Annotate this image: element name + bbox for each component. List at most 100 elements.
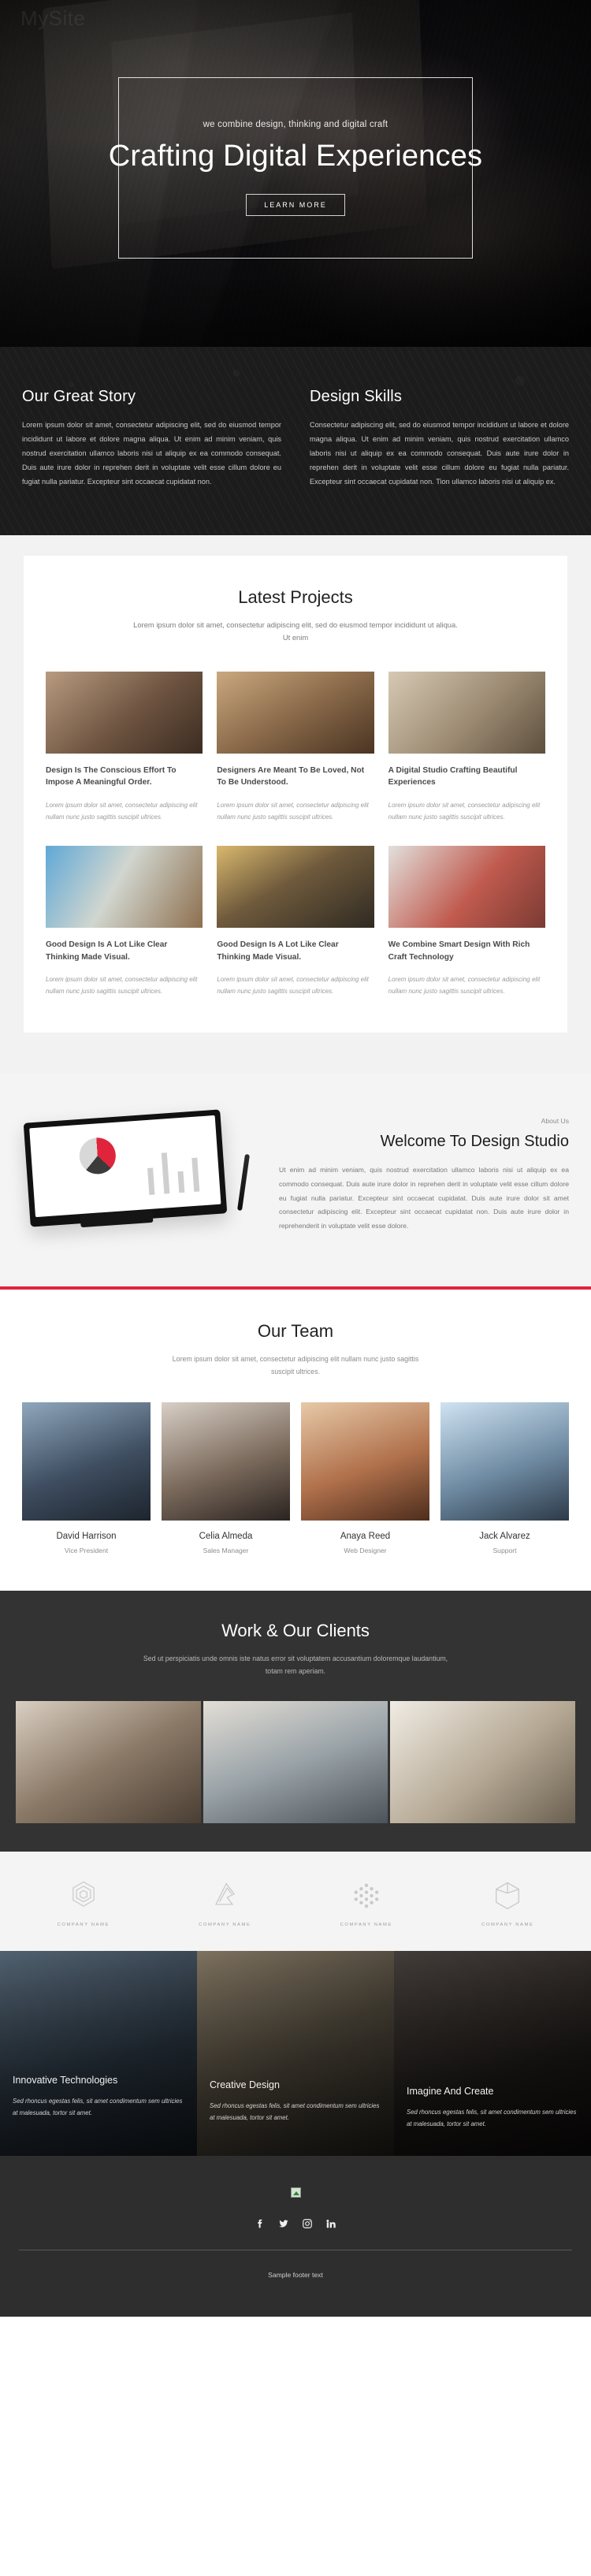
gallery-image[interactable] <box>16 1701 201 1824</box>
team-member-name: Jack Alvarez <box>479 1531 530 1541</box>
instagram-icon[interactable] <box>302 2218 313 2229</box>
feature-title: Creative Design <box>210 2079 280 2090</box>
team-member[interactable]: David Harrison Vice President <box>22 1402 151 1554</box>
feature-cards-section: Innovative Technologies Sed rhoncus eges… <box>0 1951 591 2157</box>
about-section: About Us Welcome To Design Studio Ut eni… <box>0 1073 591 1286</box>
team-member-name: Anaya Reed <box>340 1531 391 1541</box>
feature-title: Imagine And Create <box>407 2085 494 2097</box>
cube-outline-icon <box>496 1882 520 1910</box>
client-logo-row: Company Name Company Name <box>0 1852 591 1952</box>
client-logo-item[interactable]: Company Name <box>154 1878 296 1927</box>
team-member-photo <box>22 1402 151 1521</box>
feature-card[interactable]: Innovative Technologies Sed rhoncus eges… <box>0 1951 197 2157</box>
twitter-icon[interactable] <box>278 2218 289 2229</box>
dot-grid-hexagon-icon <box>354 1883 379 1908</box>
story-skills-section: Our Great Story Lorem ipsum dolor sit am… <box>0 347 591 535</box>
team-member-photo <box>301 1402 429 1521</box>
our-great-story-heading: Our Great Story <box>22 388 136 405</box>
project-thumbnail[interactable] <box>217 845 374 928</box>
client-logo-caption: Company Name <box>57 1923 110 1928</box>
about-kicker: About Us <box>541 1117 569 1126</box>
hexagon-layers-icon <box>72 1881 95 1907</box>
team-member-name: David Harrison <box>56 1531 117 1541</box>
project-thumbnail[interactable] <box>388 671 545 754</box>
project-card[interactable]: Designers Are Meant To Be Loved, Not To … <box>217 671 374 824</box>
linkedin-icon[interactable] <box>325 2218 336 2229</box>
bar-graphic <box>177 1171 185 1193</box>
about-heading: Welcome To Design Studio <box>380 1133 569 1151</box>
project-text: Lorem ipsum dolor sit amet, consectetur … <box>388 975 541 996</box>
feature-content: Creative Design Sed rhoncus egestas feli… <box>210 2079 381 2124</box>
project-card[interactable]: Good Design Is A Lot Like Clear Thinking… <box>46 845 203 998</box>
client-logo-caption: Company Name <box>481 1923 534 1928</box>
project-card[interactable]: Design Is The Conscious Effort To Impose… <box>46 671 203 824</box>
team-member-photo <box>162 1402 290 1521</box>
project-card[interactable]: Good Design Is A Lot Like Clear Thinking… <box>217 845 374 998</box>
project-card[interactable]: A Digital Studio Crafting Beautiful Expe… <box>388 671 545 824</box>
facebook-icon[interactable] <box>255 2218 266 2229</box>
feature-text: Sed rhoncus egestas felis, sit amet cond… <box>13 2097 183 2117</box>
clients-subtitle: Sed ut perspiciatis unde omnis iste natu… <box>143 1654 448 1675</box>
team-member[interactable]: Jack Alvarez Support <box>440 1402 569 1554</box>
design-skills-column: Design Skills Consectetur adipiscing eli… <box>310 388 569 490</box>
bar-graphic <box>147 1167 155 1195</box>
bar-graphic <box>191 1157 200 1192</box>
feature-card[interactable]: Creative Design Sed rhoncus egestas feli… <box>197 1951 394 2157</box>
team-member-role: Web Designer <box>344 1546 387 1554</box>
latest-projects-section: Latest Projects Lorem ipsum dolor sit am… <box>0 534 591 1074</box>
footer-logo-icon[interactable] <box>290 2187 301 2198</box>
project-text: Lorem ipsum dolor sit amet, consectetur … <box>388 801 541 821</box>
project-title: Design Is The Conscious Effort To Impose… <box>46 765 177 787</box>
gallery-image[interactable] <box>203 1701 388 1824</box>
feature-text: Sed rhoncus egestas felis, sit amet cond… <box>210 2101 380 2122</box>
projects-title: Latest Projects <box>238 586 353 607</box>
projects-subtitle: Lorem ipsum dolor sit amet, consectetur … <box>133 620 458 642</box>
design-skills-body: Consectetur adipiscing elit, sed do eius… <box>310 421 569 486</box>
project-thumbnail[interactable] <box>217 671 374 754</box>
bar-graphic <box>161 1152 170 1194</box>
client-logo-item[interactable]: Company Name <box>13 1878 154 1927</box>
project-thumbnail[interactable] <box>46 671 203 754</box>
project-title: A Digital Studio Crafting Beautiful Expe… <box>388 765 518 787</box>
team-member-role: Vice President <box>64 1546 109 1554</box>
client-logo-item[interactable]: Company Name <box>437 1878 579 1927</box>
project-title: We Combine Smart Design With Rich Craft … <box>388 940 530 962</box>
team-member[interactable]: Celia Almeda Sales Manager <box>162 1402 290 1554</box>
project-title: Designers Are Meant To Be Loved, Not To … <box>217 765 365 787</box>
team-title: Our Team <box>257 1320 334 1341</box>
hero-learn-more-button[interactable]: Learn more <box>246 193 345 216</box>
project-text: Lorem ipsum dolor sit amet, consectetur … <box>46 801 198 821</box>
hero-tagline: we combine design, thinking and digital … <box>203 120 388 130</box>
project-thumbnail[interactable] <box>46 845 203 928</box>
clients-section: Work & Our Clients Sed ut perspiciatis u… <box>0 1590 591 1952</box>
hero-section: MySite we combine design, thinking and d… <box>0 0 591 347</box>
client-logo-item[interactable]: Company Name <box>296 1878 437 1927</box>
pie-chart-graphic <box>78 1136 117 1175</box>
team-member[interactable]: Anaya Reed Web Designer <box>301 1402 429 1554</box>
team-member-role: Support <box>492 1546 517 1554</box>
gallery-image[interactable] <box>390 1701 576 1824</box>
about-text-block: About Us Welcome To Design Studio Ut eni… <box>279 1117 569 1233</box>
project-title: Good Design Is A Lot Like Clear Thinking… <box>46 940 168 962</box>
landing-page: MySite we combine design, thinking and d… <box>0 0 591 2317</box>
clients-title: Work & Our Clients <box>221 1620 370 1640</box>
chevron-arrow-icon <box>215 1882 236 1905</box>
footer: Sample footer text <box>0 2156 591 2317</box>
project-card[interactable]: We Combine Smart Design With Rich Craft … <box>388 845 545 998</box>
about-illustration <box>22 1108 258 1242</box>
clients-gallery <box>0 1701 591 1852</box>
team-subtitle: Lorem ipsum dolor sit amet, consectetur … <box>172 1354 419 1376</box>
hero-content: we combine design, thinking and digital … <box>109 77 482 259</box>
feature-overlay <box>197 1951 394 2157</box>
team-section: Our Team Lorem ipsum dolor sit amet, con… <box>0 1289 591 1591</box>
team-member-role: Sales Manager <box>203 1546 249 1554</box>
client-logo-caption: Company Name <box>199 1923 251 1928</box>
feature-content: Imagine And Create Sed rhoncus egestas f… <box>407 2086 578 2131</box>
stylus-graphic <box>237 1153 250 1212</box>
projects-row-2: Good Design Is A Lot Like Clear Thinking… <box>46 845 545 998</box>
project-thumbnail[interactable] <box>388 845 545 928</box>
projects-card-panel: Latest Projects Lorem ipsum dolor sit am… <box>24 555 567 1033</box>
site-logo[interactable]: MySite <box>20 6 85 31</box>
feature-card[interactable]: Imagine And Create Sed rhoncus egestas f… <box>394 1951 591 2157</box>
design-skills-heading: Design Skills <box>310 388 403 405</box>
